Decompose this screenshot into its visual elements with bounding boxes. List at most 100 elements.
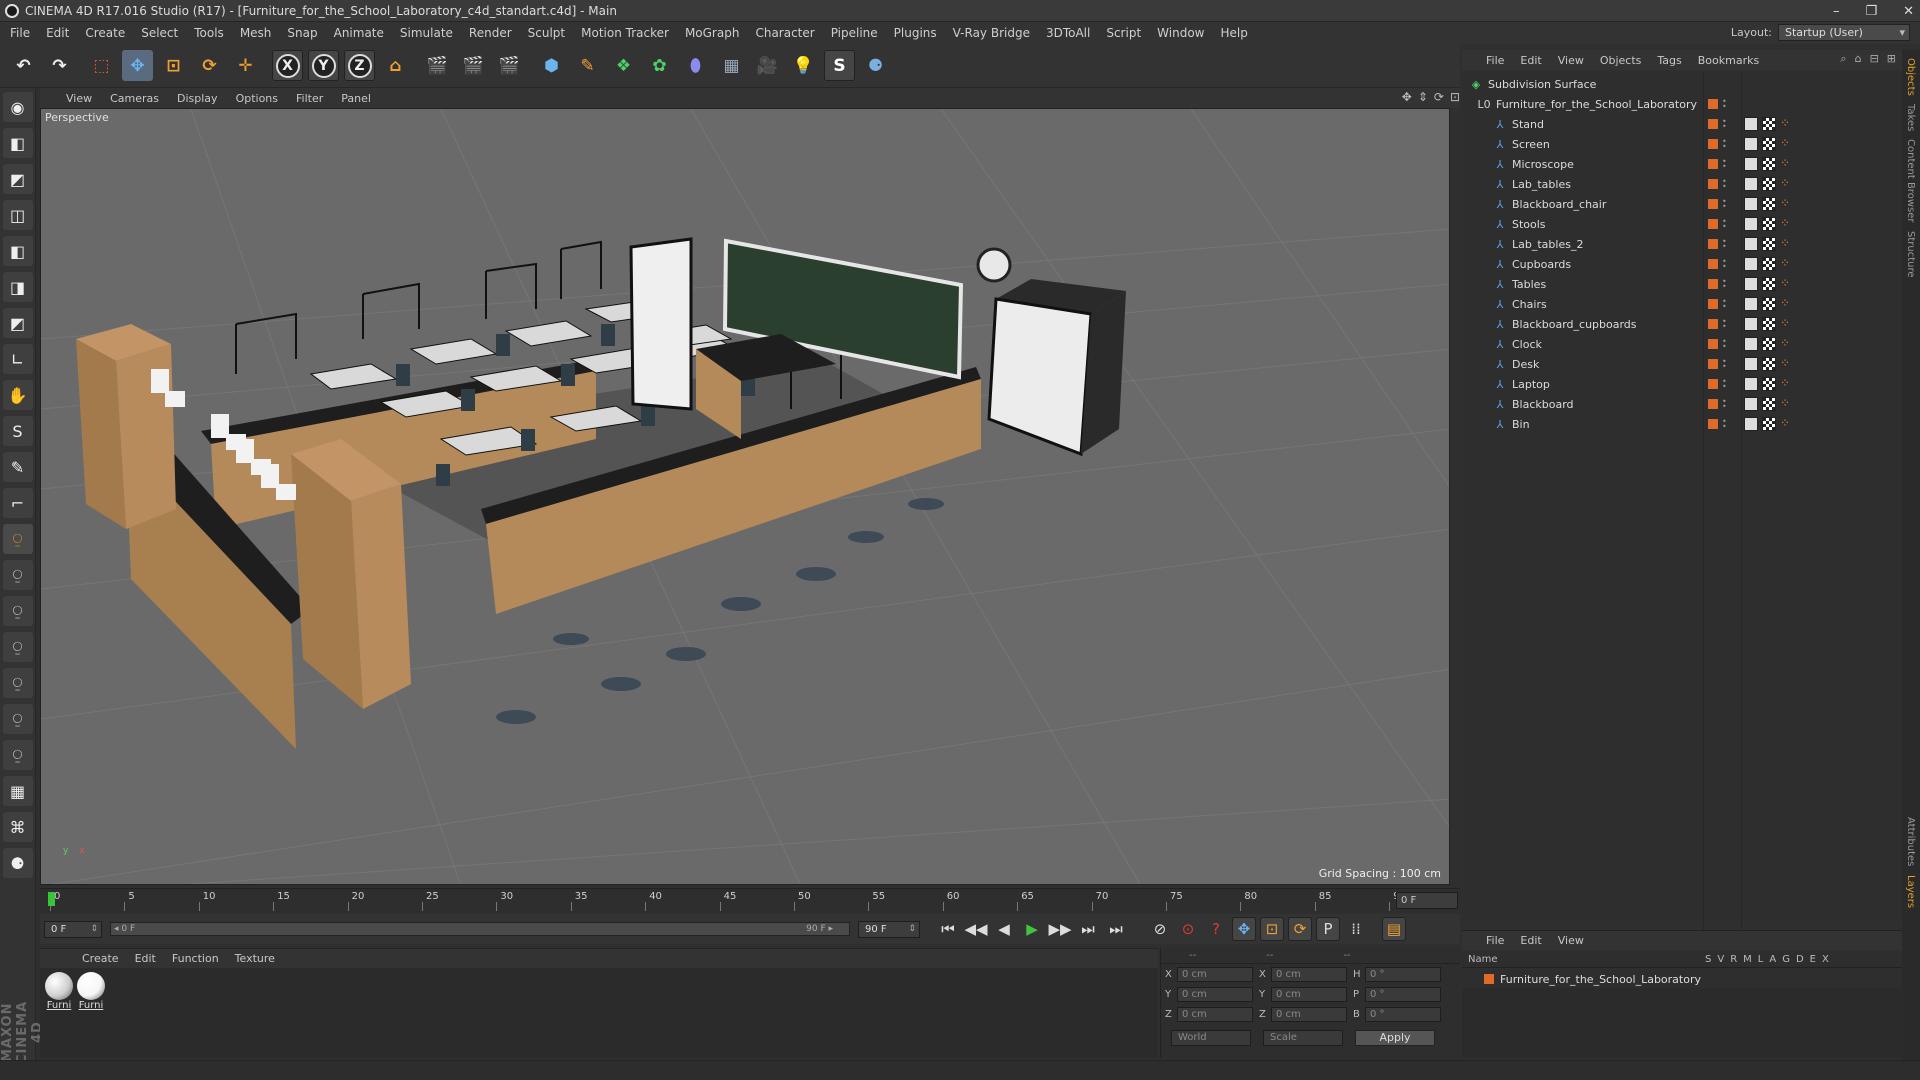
subdivision-generator-button[interactable]: ❖ xyxy=(608,50,639,81)
ik-tag-icon[interactable]: ⁘ xyxy=(1780,137,1794,151)
viewport-menu-filter[interactable]: Filter xyxy=(296,92,323,105)
object-row-screen[interactable]: ⅄ Screen • • ⁘ xyxy=(1462,134,1902,154)
z-axis-lock-button[interactable]: Z xyxy=(344,50,375,81)
left-tool-13[interactable]: ⍜ xyxy=(2,560,33,590)
left-tool-12[interactable]: ⍜ xyxy=(2,524,33,554)
menu-help[interactable]: Help xyxy=(1220,26,1247,40)
left-tool-6[interactable]: ◩ xyxy=(2,308,33,338)
rotate-tool-button[interactable]: ⟳ xyxy=(194,50,225,81)
material-swatch[interactable]: Furni xyxy=(44,972,74,1011)
render-editor-dots-icon[interactable]: • • xyxy=(1722,198,1727,211)
key-position-button[interactable]: ✥ xyxy=(1232,917,1256,941)
object-row-microscope[interactable]: ⅄ Microscope • • ⁘ xyxy=(1462,154,1902,174)
coord-value-field[interactable]: 0 cm xyxy=(1177,986,1253,1002)
viewport-menu-display[interactable]: Display xyxy=(177,92,218,105)
render-editor-dots-icon[interactable]: • • xyxy=(1722,238,1727,251)
perspective-viewport[interactable]: Perspective Grid Spacing : 100 cm y x xyxy=(40,108,1450,885)
deformer-button[interactable]: ⬮ xyxy=(680,50,711,81)
frame-range-slider[interactable]: ◂ 0 F 90 F ▸ xyxy=(110,922,850,936)
object-row-clock[interactable]: ⅄ Clock • • ⁘ xyxy=(1462,334,1902,354)
left-tool-3[interactable]: ◫ xyxy=(2,200,33,230)
object-row-lab-tables-2[interactable]: ⅄ Lab_tables_2 • • ⁘ xyxy=(1462,234,1902,254)
timeline[interactable]: 051015202530354045505560657075808590 0 F xyxy=(40,888,1460,912)
y-axis-lock-button[interactable]: Y xyxy=(308,50,339,81)
material-tag-icon[interactable] xyxy=(1744,137,1758,151)
menu-animate[interactable]: Animate xyxy=(334,26,384,40)
menu-snap[interactable]: Snap xyxy=(287,26,317,40)
menu-character[interactable]: Character xyxy=(755,26,814,40)
material-tag-icon[interactable] xyxy=(1744,157,1758,171)
left-tool-10[interactable]: ✎ xyxy=(2,452,33,482)
ik-tag-icon[interactable]: ⁘ xyxy=(1780,277,1794,291)
light-button[interactable]: 💡 xyxy=(788,50,819,81)
left-tool-16[interactable]: ⍜ xyxy=(2,668,33,698)
size-mode-dropdown[interactable]: Scale xyxy=(1263,1030,1343,1046)
key-pla-button[interactable]: ⁞⁞ xyxy=(1344,917,1368,941)
coordinate-system-button[interactable]: ⌂ xyxy=(380,50,411,81)
viewport-menu-view[interactable]: View xyxy=(66,92,92,105)
render-editor-dots-icon[interactable]: • • xyxy=(1722,98,1727,111)
undo-button[interactable]: ↶ xyxy=(8,50,39,81)
render-editor-dots-icon[interactable]: • • xyxy=(1722,298,1727,311)
object-row-furniture-group[interactable]: L0 Furniture_for_the_School_Laboratory • • xyxy=(1462,94,1902,114)
home-icon[interactable]: ⌂ xyxy=(1855,52,1862,66)
move-tool-button[interactable]: ✥ xyxy=(122,50,153,81)
object-row-blackboard[interactable]: ⅄ Blackboard • • ⁘ xyxy=(1462,394,1902,414)
visibility-layer-swatch[interactable] xyxy=(1708,239,1718,249)
menu-select[interactable]: Select xyxy=(141,26,178,40)
apply-button[interactable]: Apply xyxy=(1355,1030,1435,1046)
dock-tab-layers[interactable]: Layers xyxy=(1905,875,1916,908)
keyframe-selection-button[interactable]: ⊘ xyxy=(1148,917,1172,941)
material-tag-icon[interactable] xyxy=(1744,197,1758,211)
ik-tag-icon[interactable]: ⁘ xyxy=(1780,417,1794,431)
left-tool-15[interactable]: ⍜ xyxy=(2,632,33,662)
material-tag-icon[interactable] xyxy=(1744,377,1758,391)
texture-tag-icon[interactable] xyxy=(1762,257,1776,271)
material-swatch[interactable]: Furni xyxy=(76,972,106,1011)
menu-simulate[interactable]: Simulate xyxy=(400,26,453,40)
viewport-menu-panel[interactable]: Panel xyxy=(341,92,371,105)
x-axis-lock-button[interactable]: X xyxy=(272,50,303,81)
dock-tab-objects[interactable]: Objects xyxy=(1905,58,1916,96)
left-tool-21[interactable]: ⚈ xyxy=(2,848,33,878)
recent-tools-button[interactable]: ✛ xyxy=(230,50,261,81)
coord-value-field[interactable]: 0 cm xyxy=(1271,986,1347,1002)
object-row-cupboards[interactable]: ⅄ Cupboards • • ⁘ xyxy=(1462,254,1902,274)
search-icon[interactable]: ⌕ xyxy=(1840,52,1846,66)
camera-button[interactable]: 🎥 xyxy=(752,50,783,81)
previous-frame-button[interactable]: ◀ xyxy=(992,917,1016,941)
material-tag-icon[interactable] xyxy=(1744,177,1758,191)
material-tag-icon[interactable] xyxy=(1744,277,1758,291)
render-editor-dots-icon[interactable]: • • xyxy=(1722,358,1727,371)
coord-value-field[interactable]: 0 cm xyxy=(1177,966,1253,982)
left-tool-8[interactable]: ✋ xyxy=(2,380,33,410)
play-button[interactable]: ▶ xyxy=(1020,917,1044,941)
script-manager-button[interactable]: S xyxy=(824,50,855,81)
pen-spline-button[interactable]: ✎ xyxy=(572,50,603,81)
menu-v-ray-bridge[interactable]: V-Ray Bridge xyxy=(953,26,1030,40)
ik-tag-icon[interactable]: ⁘ xyxy=(1780,377,1794,391)
dock-tab-structure[interactable]: Structure xyxy=(1905,231,1916,278)
floor-environment-button[interactable]: ▦ xyxy=(716,50,747,81)
object-row-lab-tables[interactable]: ⅄ Lab_tables • • ⁘ xyxy=(1462,174,1902,194)
maximize-button[interactable]: ❐ xyxy=(1865,4,1877,19)
timeline-playhead[interactable] xyxy=(48,892,55,906)
menu-mograph[interactable]: MoGraph xyxy=(685,26,740,40)
object-row-desk[interactable]: ⅄ Desk • • ⁘ xyxy=(1462,354,1902,374)
next-keyframe-button[interactable]: ⏭ xyxy=(1076,917,1100,941)
coord-value-field[interactable]: 0 cm xyxy=(1271,966,1347,982)
go-to-end-button[interactable]: ⏭ xyxy=(1104,917,1128,941)
object-row-blackboard-cupboards[interactable]: ⅄ Blackboard_cupboards • • ⁘ xyxy=(1462,314,1902,334)
layer-menu-edit[interactable]: Edit xyxy=(1520,934,1541,947)
visibility-layer-swatch[interactable] xyxy=(1708,259,1718,269)
go-to-start-button[interactable]: ⏮ xyxy=(936,917,960,941)
object-row-blackboard-chair[interactable]: ⅄ Blackboard_chair • • ⁘ xyxy=(1462,194,1902,214)
object-menu-edit[interactable]: Edit xyxy=(1520,54,1541,67)
left-tool-20[interactable]: ⌘ xyxy=(2,812,33,842)
coord-value-field[interactable]: 0 ° xyxy=(1365,1006,1441,1022)
menu-plugins[interactable]: Plugins xyxy=(894,26,937,40)
object-row-stand[interactable]: ⅄ Stand • • ⁘ xyxy=(1462,114,1902,134)
timeline-window-button[interactable]: ▤ xyxy=(1382,917,1406,941)
layer-column-d[interactable]: D xyxy=(1796,954,1804,965)
cube-primitive-button[interactable]: ⬢ xyxy=(536,50,567,81)
